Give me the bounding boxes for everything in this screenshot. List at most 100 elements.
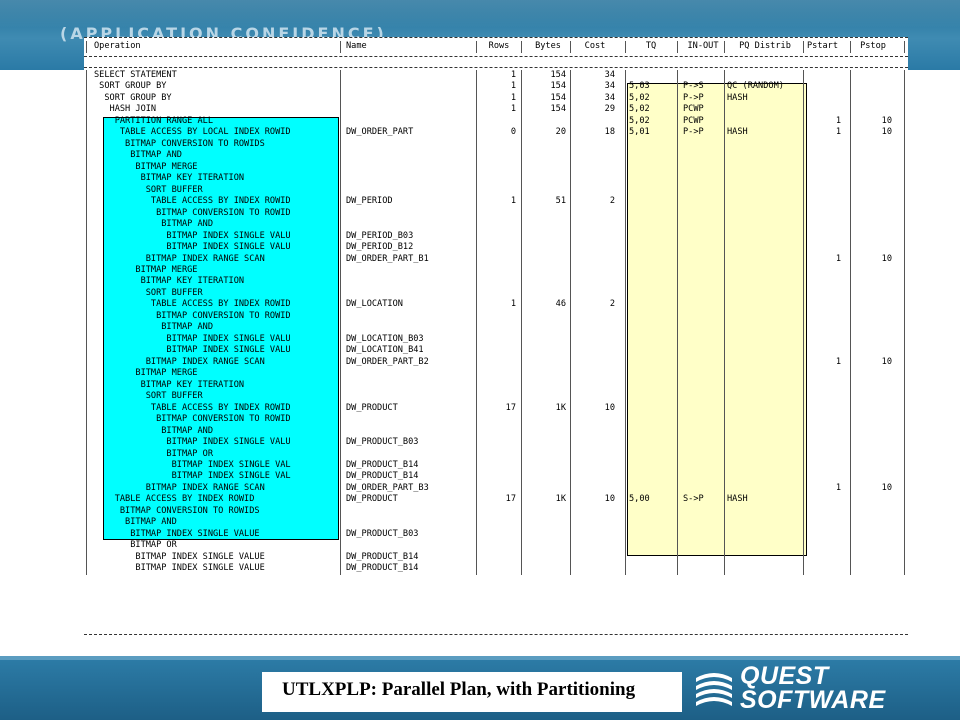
column-separator (724, 92, 725, 105)
column-separator (625, 196, 626, 208)
column-separator (724, 70, 725, 82)
cell-operation: SORT BUFFER (94, 184, 203, 195)
column-separator (521, 540, 522, 552)
column-separator (850, 528, 851, 541)
plan-row: BITMAP AND (84, 150, 908, 162)
column-separator (86, 471, 87, 483)
column-separator (625, 379, 626, 392)
cell-operation: BITMAP AND (94, 219, 213, 230)
column-separator (677, 287, 678, 300)
column-separator (904, 471, 905, 483)
column-separator (850, 104, 851, 116)
column-separator (476, 551, 477, 564)
cell-tq: 5,02 (629, 104, 650, 115)
column-separator (625, 230, 626, 243)
column-separator (850, 540, 851, 552)
cell-pq-distrib: HASH (727, 92, 748, 103)
column-separator (724, 299, 725, 311)
column-separator (803, 414, 804, 426)
column-separator (677, 207, 678, 220)
cell-cost: 10 (604, 402, 615, 413)
column-separator (521, 425, 522, 438)
column-separator (803, 322, 804, 334)
column-separator (570, 333, 571, 346)
column-separator (677, 414, 678, 426)
column-separator (570, 219, 571, 231)
column-separator (625, 81, 626, 93)
column-separator (850, 276, 851, 288)
column-separator (476, 219, 477, 231)
column-separator (677, 276, 678, 288)
column-separator (724, 127, 725, 139)
plan-row: BITMAP INDEX SINGLE VAL DW_PRODUCT_B14 (84, 459, 908, 472)
column-separator (904, 196, 905, 208)
column-separator (625, 448, 626, 460)
column-separator (803, 333, 804, 346)
column-separator (677, 127, 678, 139)
column-separator (625, 276, 626, 288)
plan-row: SORT GROUP BY 1 154 34 5,03 P->S QC (RANDOM) (84, 81, 908, 93)
column-separator (86, 310, 87, 323)
column-separator (340, 196, 341, 208)
column-separator (850, 150, 851, 162)
column-separator (724, 207, 725, 220)
column-separator (476, 81, 477, 93)
column-separator (904, 242, 905, 254)
plan-row: SORT BUFFER (84, 184, 908, 197)
column-separator (677, 219, 678, 231)
column-separator (904, 528, 905, 541)
cell-tq: 5,03 (629, 81, 650, 92)
column-separator (850, 437, 851, 449)
column-separator (850, 310, 851, 323)
column-separator (570, 414, 571, 426)
column-separator (677, 551, 678, 564)
plan-row: BITMAP MERGE (84, 161, 908, 174)
column-separator (340, 517, 341, 529)
column-separator (476, 104, 477, 116)
cell-operation: TABLE ACCESS BY LOCAL INDEX ROWID (94, 127, 291, 138)
cell-operation: TABLE ACCESS BY INDEX ROWID (94, 196, 291, 207)
cell-name: DW_PRODUCT_B03 (346, 528, 419, 539)
column-separator (476, 505, 477, 518)
column-separator (570, 253, 571, 266)
column-separator (521, 173, 522, 185)
plan-row: SORT BUFFER (84, 391, 908, 403)
column-separator (476, 287, 477, 300)
column-separator (570, 345, 571, 357)
cell-operation: BITMAP INDEX SINGLE VALUE (94, 528, 260, 539)
header-in-out: IN-OUT (687, 41, 719, 51)
slide-caption: UTLXPLP: Parallel Plan, with Partitionin… (282, 679, 636, 700)
column-separator (625, 207, 626, 220)
cell-operation: BITMAP AND (94, 517, 177, 528)
cell-in-out: S->P (683, 494, 704, 505)
cell-name: DW_PRODUCT_B14 (346, 471, 419, 482)
column-separator (803, 471, 804, 483)
cell-name: DW_ORDER_PART (346, 127, 414, 138)
column-separator (724, 115, 725, 128)
column-separator (724, 333, 725, 346)
cell-name: DW_PERIOD_B12 (346, 242, 414, 253)
column-separator (570, 173, 571, 185)
column-separator (904, 299, 905, 311)
column-separator (850, 402, 851, 415)
column-separator (570, 161, 571, 174)
column-separator (724, 219, 725, 231)
column-separator (904, 41, 905, 53)
column-separator (850, 425, 851, 438)
column-separator (803, 104, 804, 116)
plan-row: BITMAP INDEX RANGE SCAN DW_ORDER_PART_B3 1… (84, 482, 908, 495)
column-separator (904, 81, 905, 93)
cell-operation: SORT GROUP BY (94, 81, 167, 92)
cell-operation: SORT GROUP BY (94, 92, 172, 103)
column-separator (340, 540, 341, 552)
column-separator (86, 219, 87, 231)
column-separator (476, 264, 477, 277)
plan-row: BITMAP INDEX RANGE SCAN DW_ORDER_PART_B2 1… (84, 356, 908, 369)
cell-operation: BITMAP INDEX SINGLE VAL (94, 459, 291, 470)
column-separator (724, 184, 725, 197)
cell-bytes: 154 (550, 70, 566, 80)
column-separator (476, 517, 477, 529)
cell-pq-distrib: QC (RANDOM) (727, 81, 784, 92)
column-separator (803, 551, 804, 564)
cell-name: DW_PRODUCT_B03 (346, 437, 419, 448)
